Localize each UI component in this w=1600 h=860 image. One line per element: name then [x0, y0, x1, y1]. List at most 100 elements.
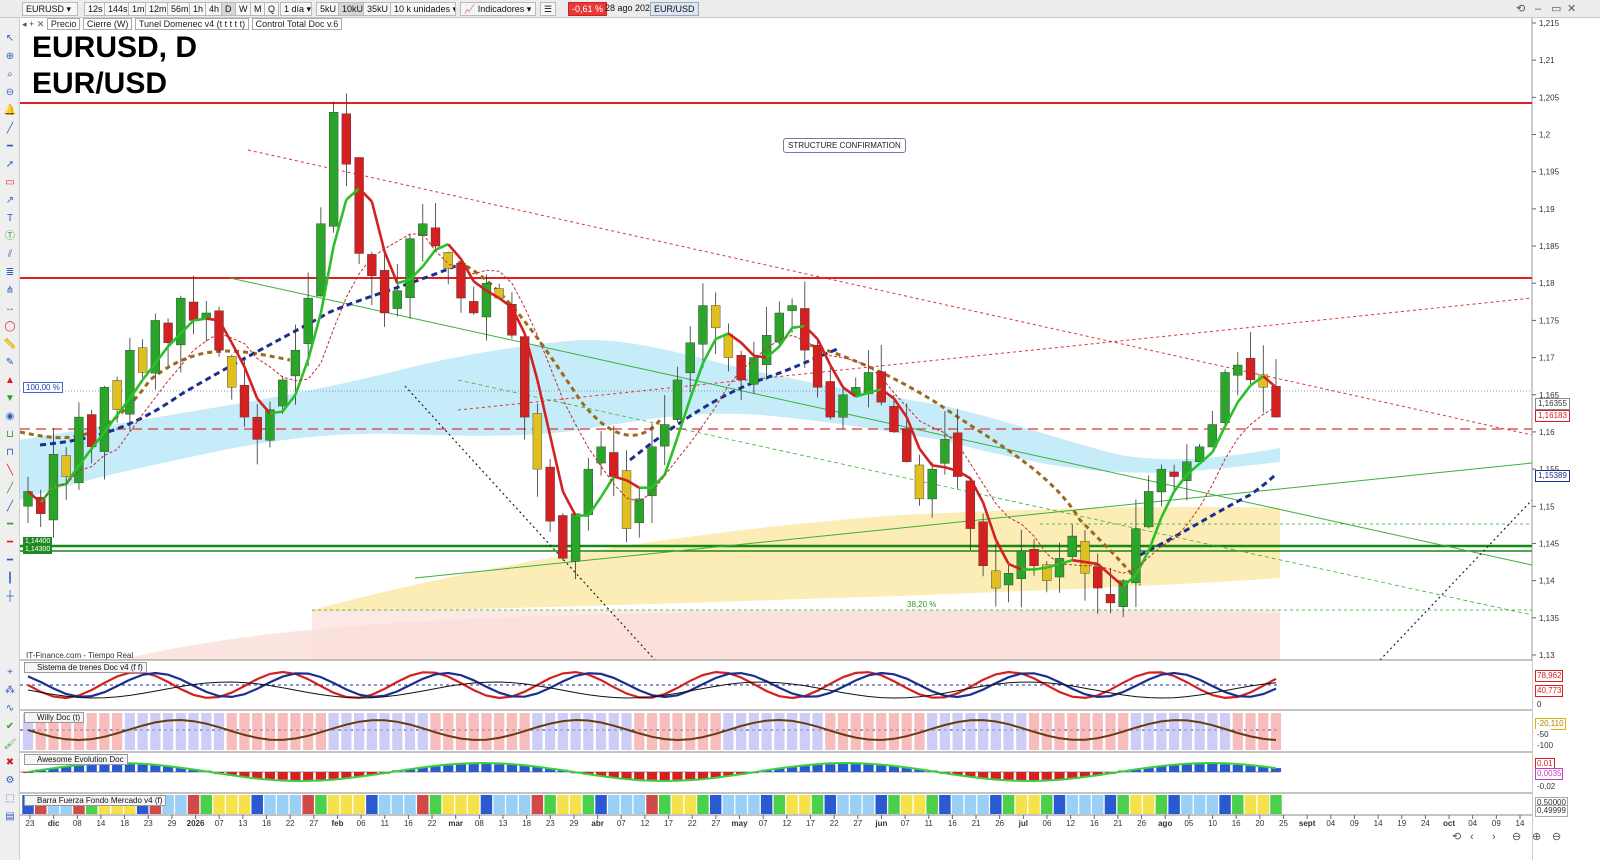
x-tick-label: 21 — [1113, 819, 1122, 828]
measure-icon[interactable]: ↔ — [2, 302, 18, 316]
pane-title-awesome[interactable]: Awesome Evolution Doc — [24, 754, 128, 765]
fib-icon[interactable]: ≣ — [2, 266, 18, 280]
vline-icon[interactable]: ┃ — [2, 572, 18, 586]
hline-blue-icon[interactable]: ━ — [2, 554, 18, 568]
pane-title-trains[interactable]: Sistema de trenes Doc v4 (f f) — [24, 662, 147, 673]
menu-icon[interactable]: ☰ — [540, 2, 556, 16]
willy-bar — [379, 713, 390, 750]
legend-cierre[interactable]: Cierre (W) — [82, 18, 133, 30]
x-tick-label: 2026 — [187, 819, 205, 828]
legend-controls[interactable]: ◂ + ✕ — [22, 19, 44, 29]
layers-icon[interactable]: ▤ — [2, 810, 18, 824]
candle-body — [341, 113, 352, 165]
pane-title-awesome-text: Awesome Evolution Doc — [37, 755, 124, 764]
units-select[interactable]: 10 k unidades ▾ — [390, 2, 456, 16]
fuerza-bar — [1155, 795, 1168, 814]
line-green-icon[interactable]: ╱ — [2, 482, 18, 496]
label-icon[interactable]: Ⓣ — [2, 230, 18, 244]
units-35k[interactable]: 35kU — [363, 2, 393, 16]
candle-body — [163, 322, 173, 343]
price-tag-blue: 1,15389 — [1535, 470, 1570, 482]
zoom-minus-icon[interactable]: ⊖ — [1552, 831, 1561, 843]
restore-icon[interactable]: ▭ — [1551, 3, 1561, 15]
hline-green-icon[interactable]: ━ — [2, 518, 18, 532]
willy-bar — [1079, 713, 1091, 750]
template-icon[interactable]: ⬚ — [2, 792, 18, 806]
x-tick-label: 22 — [688, 819, 697, 828]
line-red-icon[interactable]: ╲ — [2, 464, 18, 478]
tf-d[interactable]: D — [221, 2, 236, 16]
buy-icon[interactable]: ▲ — [2, 374, 18, 388]
legend-tunel[interactable]: Tunel Domenec v4 (t t t t t) — [134, 18, 250, 30]
zoom-icon[interactable]: ⌕ — [2, 68, 18, 82]
pencil-icon[interactable]: ✎ — [2, 356, 18, 370]
text-icon[interactable]: T — [2, 212, 18, 226]
sell-icon[interactable]: ▼ — [2, 392, 18, 406]
awesome-bar — [1245, 765, 1256, 772]
close-icon[interactable]: ✕ — [1567, 3, 1576, 15]
scroll-left-icon[interactable]: ‹ — [1470, 831, 1474, 843]
willy-bar — [748, 713, 759, 750]
willy-bar — [965, 713, 976, 750]
zoom-fit-icon[interactable]: ⊖ — [1512, 831, 1521, 843]
zoom-out-icon[interactable]: ⊖ — [2, 86, 18, 100]
fuerza-bar — [990, 795, 1002, 814]
indicators-button[interactable]: 📈 Indicadores ▾ — [460, 2, 536, 16]
chart-legend: ◂ + ✕ Precio Cierre (W) Tunel Domenec v4… — [22, 18, 343, 30]
ruler-icon[interactable]: 📏 — [2, 338, 18, 352]
hline-red-icon[interactable]: ━ — [2, 536, 18, 550]
eye-icon[interactable]: ◉ — [2, 410, 18, 424]
legend-precio[interactable]: Precio — [46, 18, 81, 30]
check-icon[interactable]: ✔ — [2, 720, 18, 734]
fuerza-bar — [1028, 795, 1040, 814]
tf-q[interactable]: Q — [264, 2, 280, 16]
period-select[interactable]: 1 día ▾ — [280, 2, 312, 16]
settings-icon[interactable]: ⚙ — [2, 774, 18, 788]
ellipse-icon[interactable]: ◯ — [2, 320, 18, 334]
magnet-icon[interactable]: ⊔ — [2, 428, 18, 442]
scroll-back-icon[interactable]: ⟲ — [1452, 831, 1461, 843]
symbol-select[interactable]: EURUSD ▾ — [22, 2, 78, 16]
pane-title-fuerza[interactable]: Barra Fuerza Fondo Mercado v4 (f) — [24, 795, 167, 806]
trendline-icon[interactable]: ╱ — [2, 122, 18, 136]
legend-control[interactable]: Control Total Doc v.6 — [251, 18, 343, 30]
willy-bar — [417, 713, 428, 750]
x-tick-label: 09 — [1492, 819, 1501, 828]
fuerza-bar — [1168, 795, 1180, 814]
rectangle-icon[interactable]: ▭ — [2, 176, 18, 190]
line-black-icon[interactable]: ╱ — [2, 500, 18, 514]
candle-body — [316, 223, 326, 297]
pattern-icon[interactable]: ⁂ — [2, 684, 18, 698]
alert-icon[interactable]: 🔔 — [2, 104, 18, 118]
arrow-diag-icon[interactable]: ↗ — [2, 194, 18, 208]
pane-title-willy[interactable]: Willy Doc (t) — [24, 712, 85, 723]
fuerza-bar — [659, 795, 671, 814]
willy-bar — [1016, 713, 1027, 750]
zoom-in-icon[interactable]: ⊕ — [2, 50, 18, 64]
brush-icon[interactable]: 🖌 — [2, 738, 18, 752]
arrow-icon[interactable]: ➚ — [2, 158, 18, 172]
scroll-right-icon[interactable]: › — [1492, 831, 1496, 843]
plus-icon[interactable]: + — [2, 666, 18, 680]
candle-body — [1220, 372, 1230, 423]
cross-icon[interactable]: ┼ — [2, 590, 18, 604]
pitchfork-icon[interactable]: ⋔ — [2, 284, 18, 298]
refresh-icon[interactable]: ⟲ — [1516, 3, 1525, 15]
channel-icon[interactable]: ⫽ — [2, 248, 18, 262]
wave-icon[interactable]: ∿ — [2, 702, 18, 716]
willy-bar — [341, 713, 352, 750]
delete-icon[interactable]: ✖ — [2, 756, 18, 770]
units-5k[interactable]: 5kU — [316, 2, 341, 16]
cursor-icon[interactable]: ↖ — [2, 32, 18, 46]
zoom-plus-icon[interactable]: ⊕ — [1532, 831, 1541, 843]
minimize-icon[interactable]: – — [1535, 3, 1541, 15]
candle-body — [239, 384, 250, 418]
chart-canvas[interactable]: 1,2151,211,2051,21,1951,191,1851,181,175… — [0, 0, 1600, 860]
lock-icon[interactable]: ⊓ — [2, 446, 18, 460]
candle-body — [774, 312, 785, 343]
ma-segment — [1072, 558, 1086, 564]
fuerza-bar — [366, 795, 378, 814]
indicators-text: Indicadores — [477, 4, 525, 14]
hline-icon[interactable]: ━ — [2, 140, 18, 154]
structure-annotation[interactable]: STRUCTURE CONFIRMATION — [783, 138, 906, 153]
